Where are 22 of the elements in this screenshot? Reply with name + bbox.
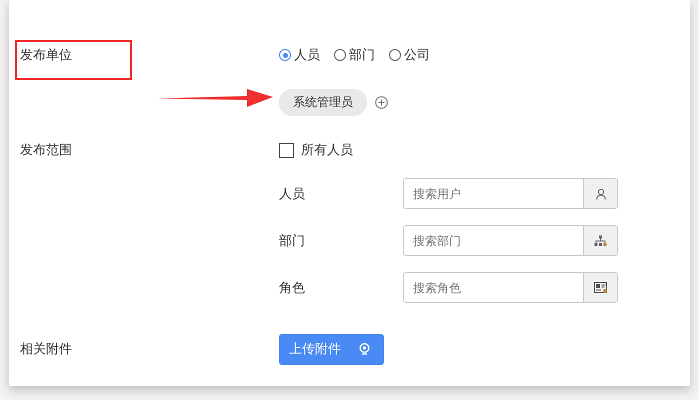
radio-option[interactable]: 公司 (389, 46, 430, 64)
radio-option[interactable]: 人员 (279, 46, 320, 64)
search-addon-button[interactable] (583, 225, 618, 256)
person-icon (594, 188, 606, 200)
add-icon[interactable] (375, 96, 388, 108)
id-card-icon (594, 282, 608, 294)
user-tag[interactable]: 系统管理员 (279, 88, 367, 116)
field-label: 相关附件 (19, 341, 73, 358)
field-label: 角色 (279, 280, 306, 296)
field-label: 发布范围 (19, 142, 73, 159)
field-label: 人员 (279, 186, 306, 202)
radio-option[interactable]: 部门 (334, 46, 375, 64)
checkbox-option[interactable]: 所有人员 (279, 141, 353, 159)
search-field[interactable]: 搜索用户 (403, 178, 583, 209)
field-label: 部门 (279, 232, 306, 250)
field-label: 发布单位 (19, 47, 73, 64)
search-addon-button[interactable] (583, 272, 618, 303)
webcam-icon (359, 343, 370, 355)
org-chart-icon (594, 234, 607, 246)
search-field[interactable]: 搜索部门 (403, 225, 583, 256)
search-addon-button[interactable] (583, 178, 618, 209)
search-field[interactable]: 搜索角色 (403, 272, 583, 303)
